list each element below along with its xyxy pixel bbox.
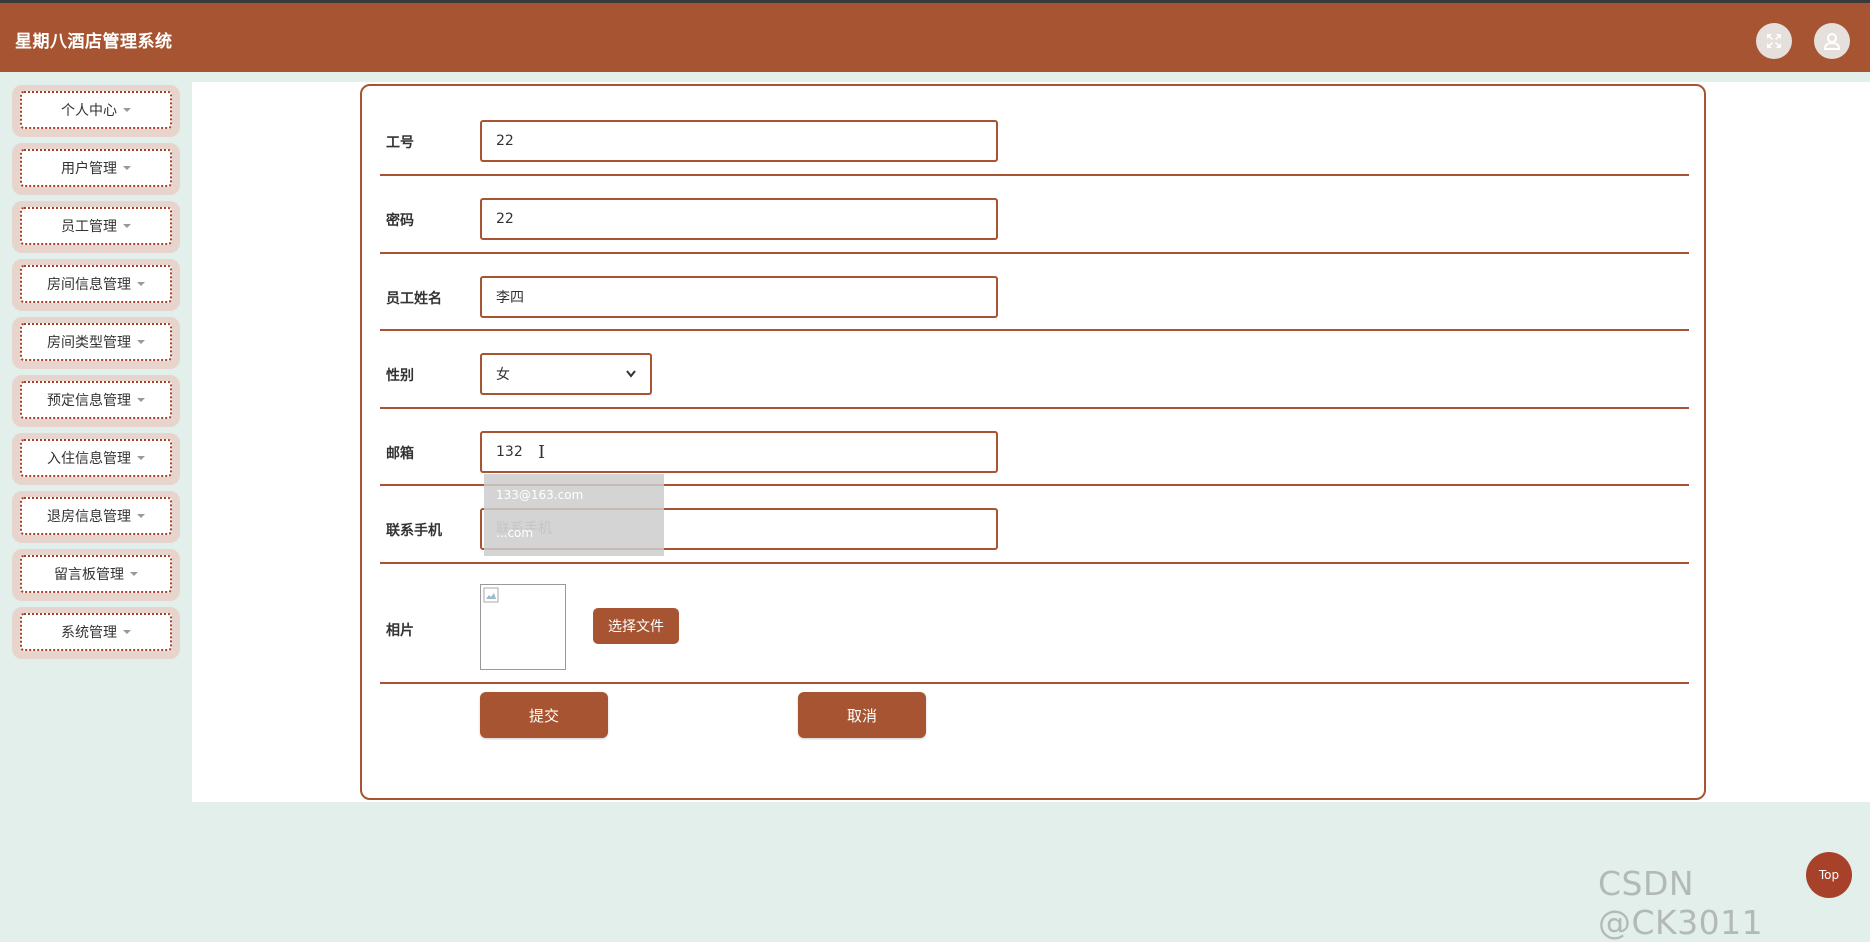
gender-selected-value: 女 [496, 367, 510, 383]
broken-image-icon [483, 587, 499, 603]
choose-file-button[interactable]: 选择文件 [593, 608, 679, 644]
email-label: 邮箱 [386, 446, 414, 462]
sidebar-menu: 个人中心 用户管理 员工管理 房间信息管理 房间类型管理 预定信息管理 入住信息… [12, 85, 180, 665]
caret-down-icon [137, 398, 145, 402]
phone-label: 联系手机 [386, 523, 442, 539]
caret-down-icon [123, 224, 131, 228]
sidebar-item-system[interactable]: 系统管理 [12, 607, 180, 659]
expand-arrows-icon [1767, 34, 1781, 48]
text-cursor-icon: I [538, 442, 546, 463]
form-row-gender: 性别 女 [380, 331, 1689, 409]
name-input[interactable] [480, 276, 998, 318]
name-label: 员工姓名 [386, 291, 442, 307]
password-input[interactable] [480, 198, 998, 240]
sidebar-item-check-in[interactable]: 入住信息管理 [12, 433, 180, 485]
autocomplete-option[interactable]: ...com [484, 516, 664, 550]
caret-down-icon [130, 572, 138, 576]
form-row-photo: 相片 选择文件 [380, 564, 1689, 684]
email-input[interactable] [480, 431, 998, 473]
employee-form: 工号 密码 员工姓名 性别 女 邮箱 联系手机 相片 选择文件 提交 取消 [360, 84, 1706, 800]
sidebar-item-reservation[interactable]: 预定信息管理 [12, 375, 180, 427]
form-row-password: 密码 [380, 176, 1689, 254]
sidebar-item-check-out[interactable]: 退房信息管理 [12, 491, 180, 543]
fullscreen-icon[interactable] [1756, 23, 1792, 59]
photo-label: 相片 [386, 623, 414, 639]
caret-down-icon [137, 282, 145, 286]
chevron-down-icon [626, 370, 636, 378]
gender-label: 性别 [386, 368, 414, 384]
sidebar-item-message-board[interactable]: 留言板管理 [12, 549, 180, 601]
autocomplete-option[interactable]: 133@163.com [484, 478, 664, 512]
form-row-name: 员工姓名 [380, 254, 1689, 331]
photo-preview [480, 584, 566, 670]
employee-id-input[interactable] [480, 120, 998, 162]
sidebar-item-room-info[interactable]: 房间信息管理 [12, 259, 180, 311]
employee-id-label: 工号 [386, 135, 414, 151]
caret-down-icon [123, 108, 131, 112]
caret-down-icon [137, 340, 145, 344]
gender-select[interactable]: 女 [480, 353, 652, 395]
cancel-button[interactable]: 取消 [798, 692, 926, 738]
submit-button[interactable]: 提交 [480, 692, 608, 738]
sidebar-item-personal-center[interactable]: 个人中心 [12, 85, 180, 137]
caret-down-icon [123, 166, 131, 170]
sidebar-item-user-management[interactable]: 用户管理 [12, 143, 180, 195]
sidebar-item-employee-management[interactable]: 员工管理 [12, 201, 180, 253]
user-avatar-icon[interactable] [1814, 23, 1850, 59]
caret-down-icon [137, 456, 145, 460]
sidebar-item-room-type[interactable]: 房间类型管理 [12, 317, 180, 369]
back-to-top-button[interactable]: Top [1806, 852, 1852, 898]
form-row-employee-id: 工号 [380, 86, 1689, 176]
caret-down-icon [123, 630, 131, 634]
password-label: 密码 [386, 213, 414, 229]
email-autocomplete-dropdown: 133@163.com ...com [484, 474, 664, 556]
caret-down-icon [137, 514, 145, 518]
app-title: 星期八酒店管理系统 [15, 32, 173, 52]
user-icon [1823, 33, 1841, 50]
top-bar: 星期八酒店管理系统 [0, 0, 1870, 72]
